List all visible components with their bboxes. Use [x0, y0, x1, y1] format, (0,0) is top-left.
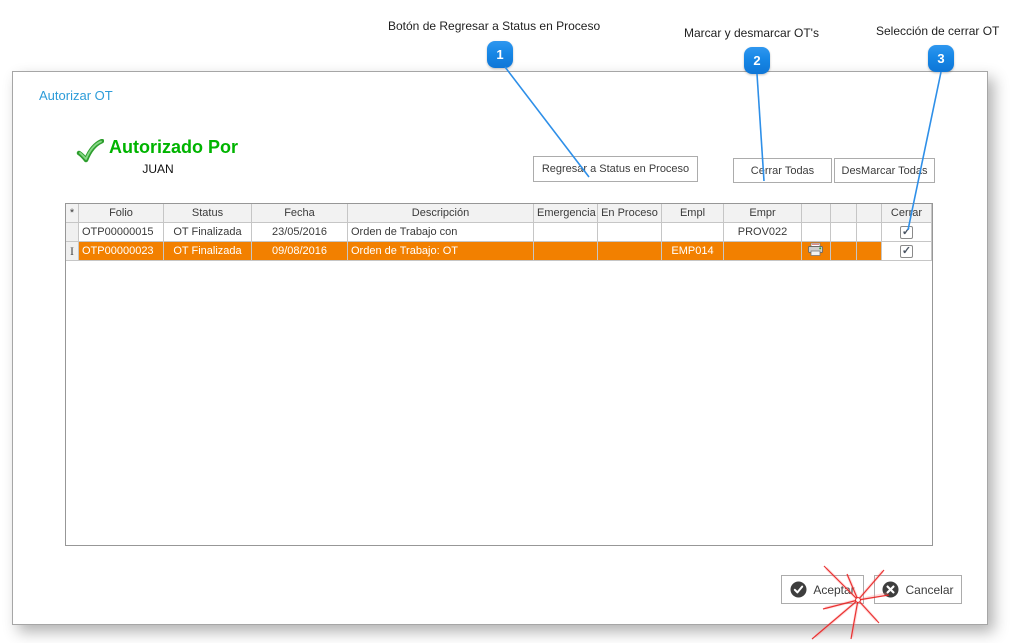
- cell-empr[interactable]: PROV022: [724, 223, 802, 242]
- regresar-status-button[interactable]: Regresar a Status en Proceso: [533, 156, 698, 182]
- cell-cerrar[interactable]: [882, 223, 932, 242]
- cell-status[interactable]: OT Finalizada: [164, 223, 252, 242]
- cell-descripcion[interactable]: Orden de Trabajo con: [348, 223, 534, 242]
- callout-badge-2: 2: [744, 47, 770, 74]
- autorizar-ot-dialog: Autorizar OT Autorizado Por JUAN Regresa…: [12, 71, 988, 625]
- cell-emergencia[interactable]: [534, 242, 598, 261]
- cell-empl[interactable]: EMP014: [662, 242, 724, 261]
- callout-badge-1: 1: [487, 41, 513, 68]
- table-row-1[interactable]: OTP00000015 OT Finalizada 23/05/2016 Ord…: [66, 223, 932, 242]
- cell-folio[interactable]: OTP00000015: [79, 223, 164, 242]
- cell-en-proceso[interactable]: [598, 242, 662, 261]
- accept-check-icon: [790, 581, 807, 598]
- col-header-extra-2[interactable]: [831, 204, 857, 223]
- cancelar-button[interactable]: Cancelar: [874, 575, 962, 604]
- grid-header-row: * Folio Status Fecha Descripción Emergen…: [66, 204, 932, 223]
- row-selector[interactable]: I: [66, 242, 79, 261]
- col-header-empr[interactable]: Empr: [724, 204, 802, 223]
- authorized-user-name: JUAN: [113, 162, 203, 176]
- col-header-status[interactable]: Status: [164, 204, 252, 223]
- cerrar-todas-button[interactable]: Cerrar Todas: [733, 158, 832, 183]
- desmarcar-todas-button[interactable]: DesMarcar Todas: [834, 158, 935, 183]
- cell-en-proceso[interactable]: [598, 223, 662, 242]
- screenshot-canvas: Botón de Regresar a Status en Proceso Ma…: [0, 0, 1034, 643]
- aceptar-button[interactable]: Aceptar: [781, 575, 864, 604]
- cell-extra-3[interactable]: [857, 242, 882, 261]
- cell-empr[interactable]: [724, 242, 802, 261]
- col-header-cerrar[interactable]: Cerrar: [882, 204, 932, 223]
- cell-emergencia[interactable]: [534, 223, 598, 242]
- col-header-fecha[interactable]: Fecha: [252, 204, 348, 223]
- col-header-extra-3[interactable]: [857, 204, 882, 223]
- cell-extra-1[interactable]: [802, 223, 831, 242]
- col-header-descripcion[interactable]: Descripción: [348, 204, 534, 223]
- cell-fecha[interactable]: 09/08/2016: [252, 242, 348, 261]
- cell-extra-3[interactable]: [857, 223, 882, 242]
- cell-status[interactable]: OT Finalizada: [164, 242, 252, 261]
- col-header-empl[interactable]: Empl: [662, 204, 724, 223]
- cell-cerrar[interactable]: [882, 242, 932, 261]
- callout-badge-3: 3: [928, 45, 954, 72]
- table-row-2[interactable]: I OTP00000023 OT Finalizada 09/08/2016 O…: [66, 242, 932, 261]
- annotation-label-marcar: Marcar y desmarcar OT's: [684, 26, 819, 40]
- ot-grid: * Folio Status Fecha Descripción Emergen…: [65, 203, 933, 546]
- cancel-x-icon: [882, 581, 899, 598]
- dialog-title: Autorizar OT: [39, 88, 113, 103]
- annotation-label-seleccion: Selección de cerrar OT: [876, 24, 999, 38]
- col-header-emergencia[interactable]: Emergencia: [534, 204, 598, 223]
- cell-print[interactable]: [802, 242, 831, 261]
- cell-descripcion[interactable]: Orden de Trabajo: OT: [348, 242, 534, 261]
- cerrar-checkbox-row-2[interactable]: [900, 245, 913, 258]
- authorized-by-heading: Autorizado Por: [109, 137, 238, 158]
- col-header-en-proceso[interactable]: En Proceso: [598, 204, 662, 223]
- col-header-selector[interactable]: *: [66, 204, 79, 223]
- col-header-extra-1[interactable]: [802, 204, 831, 223]
- cell-extra-2[interactable]: [831, 223, 857, 242]
- authorized-check-icon: [76, 139, 104, 165]
- cerrar-checkbox-row-1[interactable]: [900, 226, 913, 239]
- aceptar-label: Aceptar: [813, 583, 854, 597]
- cell-fecha[interactable]: 23/05/2016: [252, 223, 348, 242]
- row-selector[interactable]: [66, 223, 79, 242]
- cell-folio[interactable]: OTP00000023: [79, 242, 164, 261]
- cell-empl[interactable]: [662, 223, 724, 242]
- col-header-folio[interactable]: Folio: [79, 204, 164, 223]
- annotation-label-regresar: Botón de Regresar a Status en Proceso: [388, 19, 600, 33]
- cancelar-label: Cancelar: [905, 583, 953, 597]
- cell-extra-2[interactable]: [831, 242, 857, 261]
- printer-icon: [807, 242, 825, 257]
